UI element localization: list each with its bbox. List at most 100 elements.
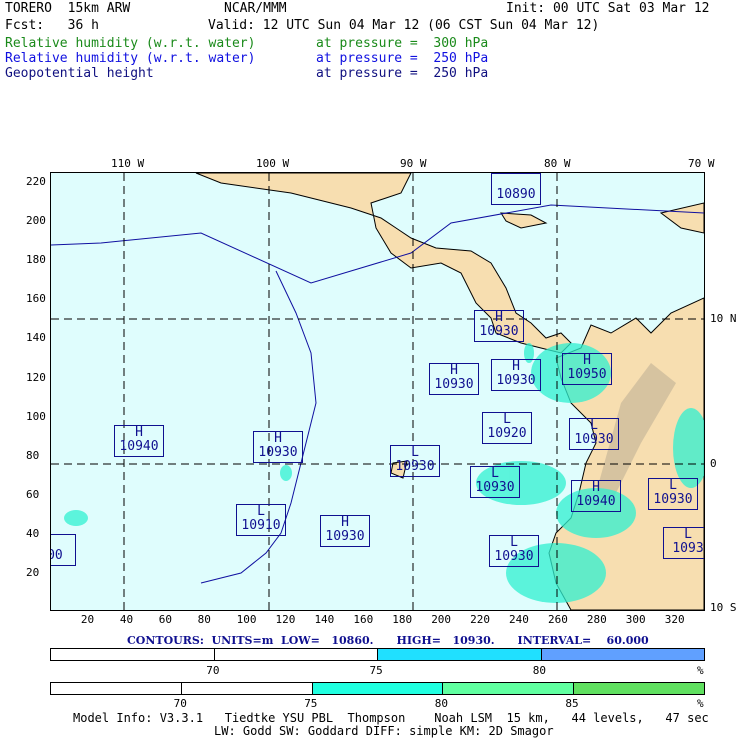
colorbar-segment: [541, 649, 704, 660]
colorbar-segment: [214, 649, 378, 660]
center-value: 10940: [576, 494, 616, 509]
center-value: 10940: [119, 439, 159, 454]
center-type: L: [257, 504, 265, 519]
rh300-colorbar: [50, 682, 705, 695]
y-tick-label: 40: [26, 526, 40, 540]
y-tick-label: 200: [26, 214, 46, 228]
field-2-name: Relative humidity (w.r.t. water): [5, 51, 256, 66]
x-tick-label: 80: [197, 613, 211, 626]
x-tick-label: 180: [392, 613, 413, 626]
center-type: L: [510, 535, 518, 550]
y-tick-label: 100: [26, 409, 46, 423]
caribbean-island: [500, 212, 548, 229]
x-tick-label: 220: [470, 613, 490, 626]
height-center-label: H 10930: [320, 515, 370, 547]
colorbar-segment: [378, 649, 542, 660]
center-type: L: [411, 445, 419, 460]
center-type: H: [495, 310, 503, 325]
x-tick-label: 140: [314, 613, 335, 626]
center-type: L: [503, 412, 511, 427]
colorbar-segment: [312, 683, 444, 694]
center-value: 10930: [479, 324, 519, 339]
y-tick-label: 180: [26, 253, 46, 267]
height-center-label: L 1093: [663, 527, 704, 559]
height-center-label: H 10930: [474, 310, 524, 342]
center-type: [51, 535, 75, 549]
center-type: L: [491, 466, 499, 481]
height-center-label: H 10940: [114, 425, 164, 457]
center-value: 1093: [672, 541, 704, 556]
colorbar-segment: [51, 683, 182, 694]
colorbar-label: %: [697, 664, 704, 677]
x-tick-label: 120: [275, 613, 296, 626]
height-center-label: H 10930: [491, 359, 541, 391]
rh-contour-line: [200, 270, 317, 584]
center-type: L: [684, 527, 692, 542]
longitude-label: 110 W: [111, 157, 145, 170]
colorbar-segment: [443, 683, 575, 694]
center-value: 10930: [325, 529, 365, 544]
x-tick-label: 200: [431, 613, 452, 626]
center-value: 10930: [494, 549, 534, 564]
height-center-label: H 10940: [571, 480, 621, 512]
x-tick-label: 20: [80, 613, 95, 626]
organization: NCAR/MMM: [224, 1, 287, 16]
center-type: H: [450, 363, 458, 378]
field-3-level: at pressure = 250 hPa: [316, 66, 489, 81]
center-value: 900: [51, 548, 63, 563]
center-value: 10930: [258, 445, 298, 460]
y-tick-label: 140: [26, 331, 46, 345]
height-center-label: L 10930: [390, 445, 440, 477]
colorbar-label: 70: [206, 664, 220, 677]
height-center-label: H 10950: [562, 353, 612, 385]
center-value: 10930: [475, 480, 515, 495]
latitude-label: 10 S: [710, 601, 737, 614]
longitude-label: 70 W: [688, 157, 715, 170]
rh250-colorbar: [50, 648, 705, 661]
y-tick-label: 160: [26, 292, 46, 306]
colorbar-label: 75: [369, 664, 383, 677]
colorbar-label: %: [697, 697, 704, 710]
longitude-label: 80 W: [544, 157, 571, 170]
latitude-label: 10 N: [710, 312, 737, 325]
center-value: 10930: [434, 377, 474, 392]
field-2-level: at pressure = 250 hPa: [316, 51, 489, 66]
weather-map-page: TORERO 15km ARW NCAR/MMM Init: 00 UTC Sa…: [0, 0, 740, 740]
center-type: H: [592, 480, 600, 495]
center-type: H: [135, 425, 143, 440]
height-center-label: H 10930: [429, 363, 479, 395]
latitude-label: 0: [710, 457, 717, 470]
center-type: L: [590, 418, 598, 433]
x-tick-label: 60: [158, 613, 172, 626]
height-center-label: L 10930: [648, 478, 698, 510]
x-tick-label: 260: [547, 613, 568, 626]
x-tick-label: 280: [586, 613, 607, 626]
height-center-label: L 10930: [489, 535, 539, 567]
center-type: L: [669, 478, 677, 493]
center-type: H: [274, 431, 282, 446]
x-tick-label: 300: [625, 613, 646, 626]
map-plot: 10890 H 10930 H 10930 H 10930 H 10950 L 10920 L 1093…: [50, 172, 705, 611]
height-center-label: 900: [51, 534, 76, 566]
height-center-label: L 10910: [236, 504, 286, 536]
x-tick-label: 240: [509, 613, 529, 626]
y-tick-label: 220: [26, 175, 46, 188]
colorbar-label: 70: [173, 697, 187, 710]
model-title: TORERO 15km ARW: [5, 1, 131, 16]
y-tick-label: 20: [26, 566, 40, 579]
x-tick-label: 320: [664, 613, 685, 626]
field-1-name: Relative humidity (w.r.t. water): [5, 36, 256, 51]
center-type: H: [512, 359, 520, 374]
center-type: [492, 174, 540, 188]
field-1-level: at pressure = 300 hPa: [316, 36, 489, 51]
center-value: 10890: [496, 187, 536, 202]
contour-info: CONTOURS: UNITS=m LOW= 10860. HIGH= 1093…: [127, 634, 649, 647]
height-center-label: L 10930: [470, 466, 520, 498]
y-tick-label: 80: [26, 448, 40, 462]
center-value: 10930: [395, 459, 435, 474]
center-value: 10930: [496, 373, 536, 388]
height-center-label: L 10920: [482, 412, 532, 444]
colorbar-segment: [181, 683, 313, 694]
center-type: H: [583, 353, 591, 368]
y-tick-label: 60: [26, 487, 40, 501]
